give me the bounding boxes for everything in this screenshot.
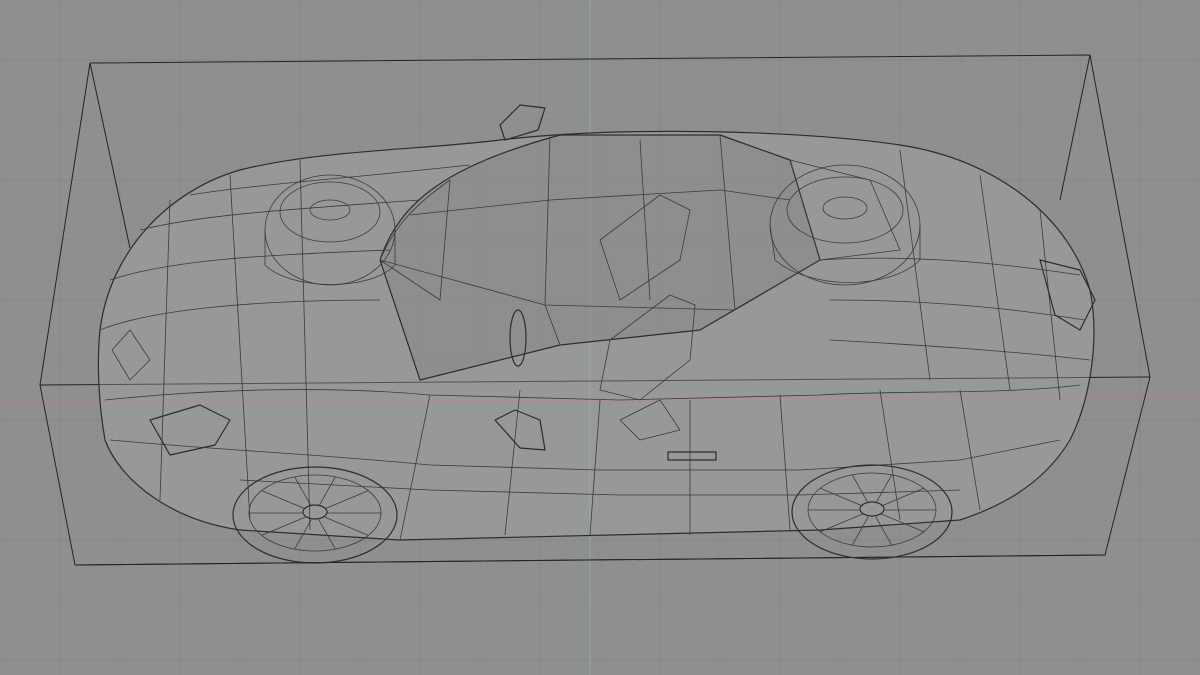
viewport-canvas[interactable] (0, 0, 1200, 675)
side-mirror-top (499, 104, 546, 141)
3d-viewport[interactable] (0, 0, 1200, 675)
car-wireframe[interactable] (97, 104, 1096, 564)
